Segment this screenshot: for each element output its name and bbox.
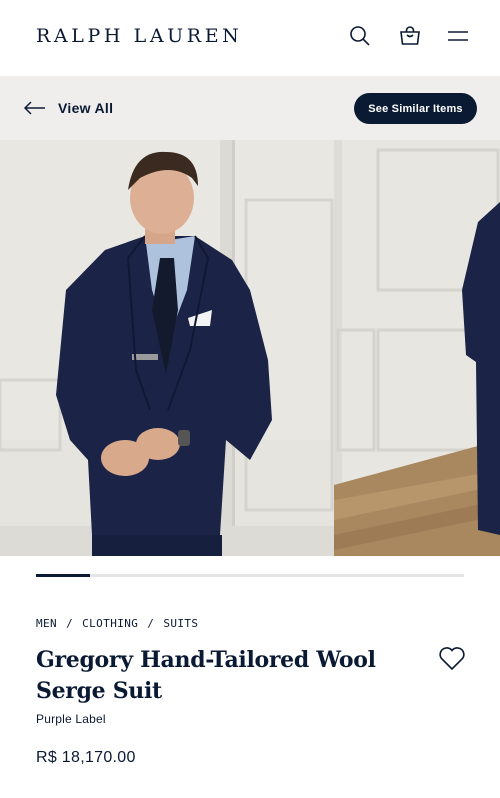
breadcrumb-men[interactable]: MEN bbox=[36, 617, 57, 630]
product-title: Gregory Hand-Tailored Wool Serge Suit bbox=[36, 647, 376, 704]
menu-icon[interactable] bbox=[446, 24, 470, 48]
view-all-label: View All bbox=[58, 100, 114, 116]
gallery-progress-fill bbox=[36, 574, 90, 577]
product-price: R$ 18,170.00 bbox=[36, 749, 136, 766]
product-brand-line: Purple Label bbox=[36, 712, 106, 726]
product-nav-bar: View All See Similar Items bbox=[0, 76, 500, 140]
breadcrumb-suits[interactable]: SUITS bbox=[163, 617, 198, 630]
breadcrumb: MEN / CLOTHING / SUITS bbox=[36, 617, 198, 630]
see-similar-items-button[interactable]: See Similar Items bbox=[354, 93, 477, 124]
model-side-image[interactable] bbox=[334, 140, 500, 556]
view-all-link[interactable]: View All bbox=[24, 98, 113, 118]
breadcrumb-separator: / bbox=[66, 617, 74, 630]
heart-icon[interactable] bbox=[438, 645, 466, 671]
search-icon[interactable] bbox=[348, 24, 372, 48]
breadcrumb-separator: / bbox=[147, 617, 155, 630]
arrow-left-icon bbox=[24, 101, 45, 115]
model-front-image[interactable] bbox=[0, 140, 334, 556]
gallery-progress-bar bbox=[36, 574, 464, 577]
brand-logo[interactable]: RALPH LAUREN bbox=[36, 25, 242, 47]
product-image-gallery[interactable] bbox=[0, 140, 500, 556]
site-header: RALPH LAUREN bbox=[0, 0, 500, 76]
breadcrumb-clothing[interactable]: CLOTHING bbox=[82, 617, 138, 630]
shopping-bag-icon[interactable] bbox=[398, 24, 422, 48]
